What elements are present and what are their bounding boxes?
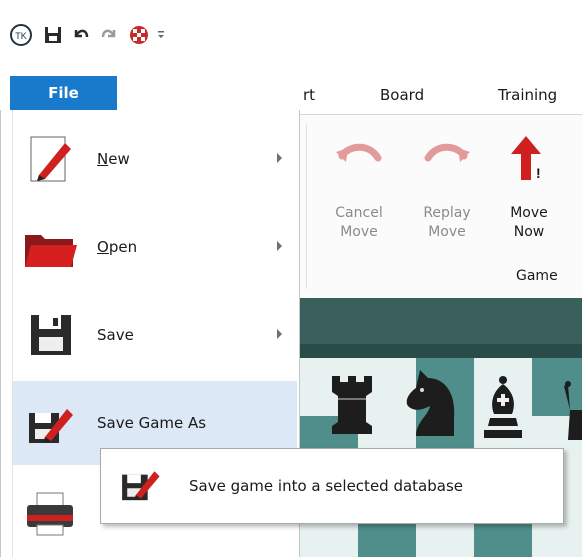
menu-item-open-label: pen (108, 238, 138, 256)
menu-item-save-label: Save (97, 326, 134, 344)
cancel-move-button[interactable]: Cancel Move (330, 136, 388, 242)
save-disk-icon (23, 309, 77, 363)
menu-item-open[interactable]: Open (13, 205, 297, 289)
file-tab[interactable]: File (10, 76, 117, 110)
menu-item-new[interactable]: New (13, 117, 297, 201)
black-queen-icon (564, 381, 582, 440)
move-now-icon: ! (511, 136, 541, 181)
tooltip: Save game into a selected database (100, 448, 564, 524)
printer-icon (23, 485, 77, 539)
submenu-arrow-icon (277, 329, 282, 339)
tab-training[interactable]: Training (498, 86, 557, 104)
menu-item-new-label: ew (108, 150, 130, 168)
black-bishop-icon (484, 376, 522, 438)
board-frame-strip (298, 298, 582, 344)
menu-item-new-mnemonic: N (97, 150, 109, 168)
save-game-as-icon (23, 397, 77, 451)
engine-icon[interactable] (128, 24, 150, 46)
tooltip-text: Save game into a selected database (189, 477, 463, 495)
black-rook-icon (332, 376, 372, 434)
svg-text:TK: TK (15, 31, 27, 41)
undo-arrow-icon (336, 143, 382, 162)
replay-move-button[interactable]: Replay Move (417, 136, 477, 242)
save-icon[interactable] (42, 24, 64, 46)
tab-insert[interactable]: rt (303, 86, 315, 104)
submenu-arrow-icon (277, 153, 282, 163)
black-knight-icon (406, 370, 455, 436)
tab-board[interactable]: Board (380, 86, 424, 104)
submenu-arrow-icon (277, 241, 282, 251)
ribbon-group-separator (306, 124, 307, 289)
menu-item-save[interactable]: Save (13, 293, 297, 377)
quick-access-toolbar: TK (0, 0, 582, 70)
menu-item-open-mnemonic: O (97, 238, 109, 256)
move-now-button[interactable]: ! Move Now (503, 136, 555, 242)
ribbon-group-label: Game (516, 268, 558, 284)
customize-dropdown-icon[interactable] (150, 24, 172, 46)
replay-move-label: Replay Move (423, 205, 471, 240)
move-now-label: Move Now (510, 205, 548, 240)
app-logo-icon[interactable]: TK (10, 24, 32, 46)
cancel-move-label: Cancel Move (335, 205, 383, 240)
new-document-icon (23, 133, 77, 187)
open-folder-icon (23, 221, 77, 275)
save-game-as-icon (117, 461, 163, 507)
redo-icon[interactable] (98, 24, 120, 46)
undo-icon[interactable] (70, 24, 92, 46)
svg-text:!: ! (536, 165, 541, 181)
redo-arrow-icon (424, 143, 470, 162)
